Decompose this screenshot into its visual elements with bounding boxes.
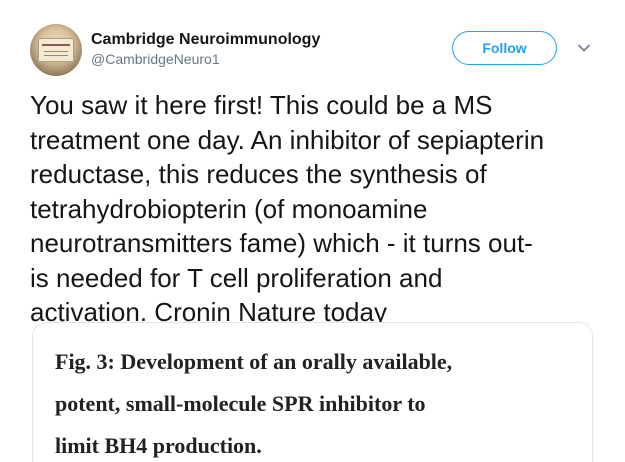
author-info: Cambridge Neuroimmunology @CambridgeNeur… <box>91 29 320 68</box>
link-card[interactable]: Fig. 3: Development of an orally availab… <box>32 322 593 462</box>
follow-button[interactable]: Follow <box>452 31 557 65</box>
tweet-text-line: You saw it here first! This could be a M… <box>30 90 493 120</box>
author-handle[interactable]: @CambridgeNeuro1 <box>91 50 320 68</box>
tweet-text: You saw it here first! This could be a M… <box>30 88 610 330</box>
card-title: Fig. 3: Development of an orally availab… <box>55 341 452 462</box>
tweet-text-line: neurotransmitters fame) which - it turns… <box>30 228 533 258</box>
tweet-text-line: treatment one day. An inhibitor of sepia… <box>30 124 545 155</box>
card-title-line: potent, small-molecule SPR inhibitor to <box>55 391 426 416</box>
tweet-header: Cambridge Neuroimmunology @CambridgeNeur… <box>30 24 320 76</box>
tweet-text-line: tetrahydrobiopterin (of monoamine <box>30 193 428 224</box>
author-display-name[interactable]: Cambridge Neuroimmunology <box>91 29 320 50</box>
tweet: Cambridge Neuroimmunology @CambridgeNeur… <box>0 0 625 462</box>
tweet-text-line: is needed for T cell proliferation and <box>30 262 443 293</box>
card-title-line: limit BH4 production. <box>55 433 262 458</box>
avatar-image <box>38 38 74 62</box>
tweet-text-line: reductase, this reduces the synthesis of <box>30 159 487 189</box>
chevron-down-icon[interactable] <box>577 41 591 55</box>
card-title-line: Fig. 3: Development of an orally availab… <box>55 349 453 374</box>
avatar[interactable] <box>30 24 82 76</box>
